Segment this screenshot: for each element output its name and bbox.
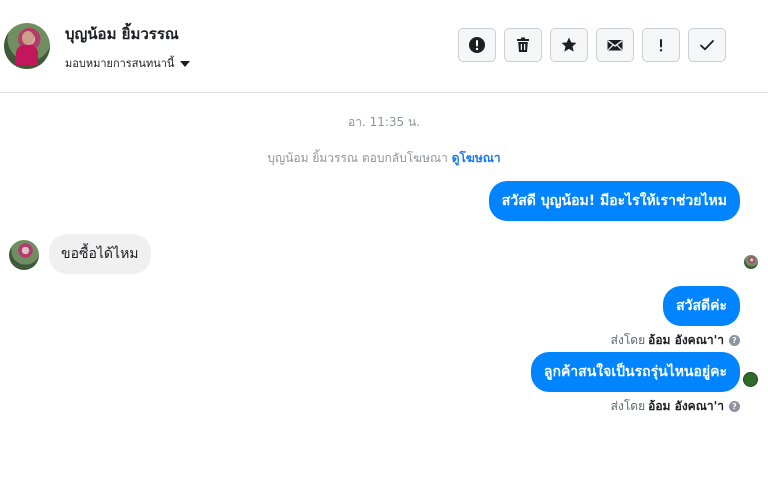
outgoing-message: ลูกค้าสนใจเป็นรถรุ่นไหนอยู่คะ [530, 352, 740, 392]
view-ad-link[interactable]: ดูโฆษณา [452, 151, 501, 165]
mark-done-button[interactable] [688, 28, 726, 62]
star-icon [561, 37, 577, 52]
ad-reply-notice: บุญน้อม ยิ้มวรรณ ตอบกลับโฆษณา ดูโฆษณา [0, 149, 768, 168]
assign-label: มอบหมายการสนทนานี้ [65, 57, 175, 70]
assign-conversation-dropdown[interactable]: มอบหมายการสนทนานี้ [65, 54, 191, 72]
contact-avatar[interactable] [4, 23, 50, 69]
header-actions [458, 28, 726, 62]
ad-reply-text: บุญน้อม ยิ้มวรรณ ตอบกลับโฆษณา [267, 151, 448, 165]
help-icon[interactable]: ? [729, 335, 740, 346]
sent-by-prefix: ส่งโดย [610, 333, 646, 347]
caret-down-icon [180, 60, 191, 67]
help-icon[interactable]: ? [729, 401, 740, 412]
alert-icon [469, 37, 485, 53]
trash-icon [517, 37, 529, 52]
outgoing-message: สวัสดี บุญน้อม! มีอะไรให้เราช่วยไหม [488, 181, 740, 221]
exclamation-icon [659, 39, 663, 52]
incoming-message: ขอซื้อได้ไหม [49, 234, 151, 274]
mark-unread-button[interactable] [596, 28, 634, 62]
check-icon [700, 40, 714, 51]
sent-by-prefix: ส่งโดย [610, 399, 646, 413]
mail-icon [607, 40, 623, 51]
sent-by-label: ส่งโดย อ้อม อังคณา'า ? [611, 331, 740, 350]
star-button[interactable] [550, 28, 588, 62]
conversation-header: บุญน้อม ยิ้มวรรณ มอบหมายการสนทนานี้ [0, 0, 768, 93]
message-timestamp: อา. 11:35 น. [348, 115, 420, 129]
seen-avatar [744, 255, 758, 269]
sent-by-name[interactable]: อ้อม อังคณา'า [648, 331, 724, 350]
outgoing-message: สวัสดีค่ะ [663, 286, 740, 326]
page-avatar [743, 372, 758, 387]
sent-by-name[interactable]: อ้อม อังคณา'า [648, 397, 724, 416]
mark-spam-button[interactable] [458, 28, 496, 62]
delete-button[interactable] [504, 28, 542, 62]
follow-up-button[interactable] [642, 28, 680, 62]
contact-name[interactable]: บุญน้อม ยิ้มวรรณ [65, 22, 179, 46]
sent-by-label: ส่งโดย อ้อม อังคณา'า ? [611, 397, 740, 416]
sender-avatar[interactable] [9, 240, 39, 270]
